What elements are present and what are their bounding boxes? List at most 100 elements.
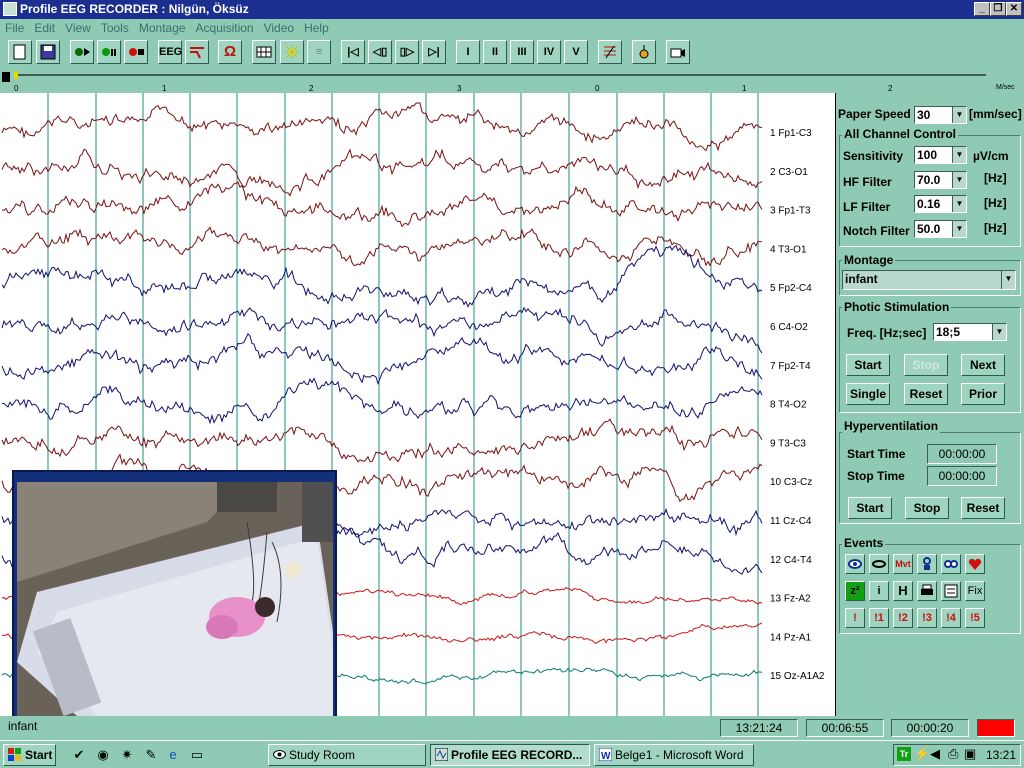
start-label: Start xyxy=(25,748,53,762)
photic-single-button[interactable]: Single xyxy=(846,383,890,405)
tray-network-icon[interactable]: ⚡ xyxy=(914,746,930,762)
heart-icon[interactable] xyxy=(965,554,985,574)
montage-ii-button[interactable]: II xyxy=(483,40,507,64)
calibrate-icon[interactable]: ≡ xyxy=(307,40,331,64)
channel-label: 14 Pz-A1 xyxy=(770,632,812,643)
notch-filter-select[interactable]: 50.0 ▼ xyxy=(914,220,967,238)
hyperventilation-event-button[interactable]: H xyxy=(893,581,913,601)
lf-filter-select[interactable]: 0.16 ▼ xyxy=(914,195,967,213)
event-5-button[interactable]: !5 xyxy=(965,608,985,628)
ruler-marker-icon[interactable] xyxy=(2,72,10,82)
montage-v-button[interactable]: V xyxy=(564,40,588,64)
paper-speed-select[interactable]: 30 ▼ xyxy=(914,106,967,124)
person-icon[interactable] xyxy=(917,554,937,574)
first-icon[interactable]: |◁ xyxy=(341,40,365,64)
eyes-open-icon[interactable] xyxy=(941,554,961,574)
channel-label: 15 Oz-A1A2 xyxy=(770,671,825,682)
status-elapsed: 00:06:55 xyxy=(806,719,884,737)
ohm-icon[interactable]: Ω xyxy=(218,40,242,64)
eeg-trace xyxy=(1,102,763,152)
last-icon[interactable]: ▷| xyxy=(422,40,446,64)
hv-start-time-field: 00:00:00 xyxy=(927,444,997,464)
event-marker-button[interactable]: ! xyxy=(845,608,865,628)
event-4-button[interactable]: !4 xyxy=(941,608,961,628)
eye-icon[interactable] xyxy=(845,554,865,574)
start-button[interactable]: Start xyxy=(3,744,56,766)
quicklaunch-desktop-icon[interactable]: ▭ xyxy=(188,746,206,764)
grid-icon[interactable] xyxy=(252,40,276,64)
montage-iv-button[interactable]: IV xyxy=(537,40,561,64)
video-window[interactable] xyxy=(12,470,337,720)
sensitivity-select[interactable]: 100 ▼ xyxy=(914,146,967,164)
photic-prior-button[interactable]: Prior xyxy=(961,383,1005,405)
channel-label: 8 T4-O2 xyxy=(770,400,807,411)
montage-icon[interactable] xyxy=(598,40,622,64)
menu-tools[interactable]: Tools xyxy=(96,19,134,35)
photic-next-button[interactable]: Next xyxy=(961,354,1005,376)
quicklaunch-ie-icon[interactable]: e xyxy=(164,746,182,764)
menu-view[interactable]: View xyxy=(60,19,96,35)
sleep-stage-button[interactable]: z² xyxy=(845,581,865,601)
print-icon[interactable] xyxy=(917,581,937,601)
impedance-icon[interactable] xyxy=(185,40,209,64)
pause-icon[interactable] xyxy=(97,40,121,64)
stop-icon[interactable] xyxy=(124,40,148,64)
event-1-button[interactable]: !1 xyxy=(869,608,889,628)
movement-button[interactable]: Mvt xyxy=(893,554,913,574)
restore-button[interactable]: ❐ xyxy=(990,2,1006,16)
tray-monitor-icon[interactable]: ▣ xyxy=(964,746,976,762)
menu-acquisition[interactable]: Acquisition xyxy=(191,19,259,35)
photic-stop-button[interactable]: Stop xyxy=(904,354,948,376)
menu-edit[interactable]: Edit xyxy=(29,19,60,35)
menu-help[interactable]: Help xyxy=(299,19,334,35)
tray-tr-icon[interactable]: Tr xyxy=(897,747,911,761)
quicklaunch-pencil-icon[interactable]: ✎ xyxy=(142,746,160,764)
minimize-button[interactable]: _ xyxy=(974,2,990,16)
close-button[interactable]: ✕ xyxy=(1006,2,1022,16)
eeg-trace xyxy=(1,181,763,228)
mouth-icon[interactable] xyxy=(869,554,889,574)
save-icon[interactable] xyxy=(36,40,60,64)
new-icon[interactable] xyxy=(8,40,32,64)
prev-page-icon[interactable]: ◁▯ xyxy=(368,40,392,64)
tray-volume-icon[interactable]: ◀ xyxy=(930,746,940,762)
status-montage-name: infant xyxy=(8,719,38,733)
hv-stop-button[interactable]: Stop xyxy=(905,497,949,519)
next-page-icon[interactable]: ▯▷ xyxy=(395,40,419,64)
eeg-button[interactable]: EEG xyxy=(158,40,182,64)
tray-clock: 13:21 xyxy=(986,748,1017,762)
hf-filter-select[interactable]: 70.0 ▼ xyxy=(914,171,967,189)
task-word[interactable]: W Belge1 - Microsoft Word xyxy=(594,744,754,766)
camera-icon[interactable] xyxy=(666,40,690,64)
event-2-button[interactable]: !2 xyxy=(893,608,913,628)
ruler-cursor[interactable] xyxy=(14,71,18,79)
photic-start-button[interactable]: Start xyxy=(846,354,890,376)
montage-i-button[interactable]: I xyxy=(456,40,480,64)
flash-icon[interactable] xyxy=(280,40,304,64)
menu-video[interactable]: Video xyxy=(259,19,299,35)
photic-freq-select[interactable]: 18;5 ▼ xyxy=(933,323,1007,341)
hv-start-button[interactable]: Start xyxy=(848,497,892,519)
quicklaunch-eye-icon[interactable]: ◉ xyxy=(94,746,112,764)
marker-icon[interactable] xyxy=(632,40,656,64)
eeg-trace xyxy=(1,226,763,267)
quicklaunch-check-icon[interactable]: ✔ xyxy=(70,746,88,764)
montage-iii-button[interactable]: III xyxy=(510,40,534,64)
fix-button[interactable]: Fix xyxy=(965,581,985,601)
menu-montage[interactable]: Montage xyxy=(134,19,191,35)
record-icon[interactable] xyxy=(70,40,94,64)
quicklaunch-sun-icon[interactable]: ✷ xyxy=(118,746,136,764)
hf-filter-label: HF Filter xyxy=(843,175,892,189)
task-profile-eeg[interactable]: Profile EEG RECORD... xyxy=(430,744,590,766)
event-3-button[interactable]: !3 xyxy=(917,608,937,628)
photic-reset-button[interactable]: Reset xyxy=(904,383,948,405)
time-ruler[interactable]: 0 1 2 3 0 1 2 M/sec xyxy=(0,69,1024,93)
tray-printer-icon[interactable]: ⎙ xyxy=(948,746,958,762)
notch-filter-unit: [Hz] xyxy=(984,221,1007,235)
task-study-room[interactable]: Study Room xyxy=(268,744,426,766)
info-button[interactable]: i xyxy=(869,581,889,601)
list-icon[interactable] xyxy=(941,581,961,601)
hv-reset-button[interactable]: Reset xyxy=(961,497,1005,519)
montage-select[interactable]: infant ▼ xyxy=(842,270,1016,290)
menu-file[interactable]: File xyxy=(0,19,29,35)
